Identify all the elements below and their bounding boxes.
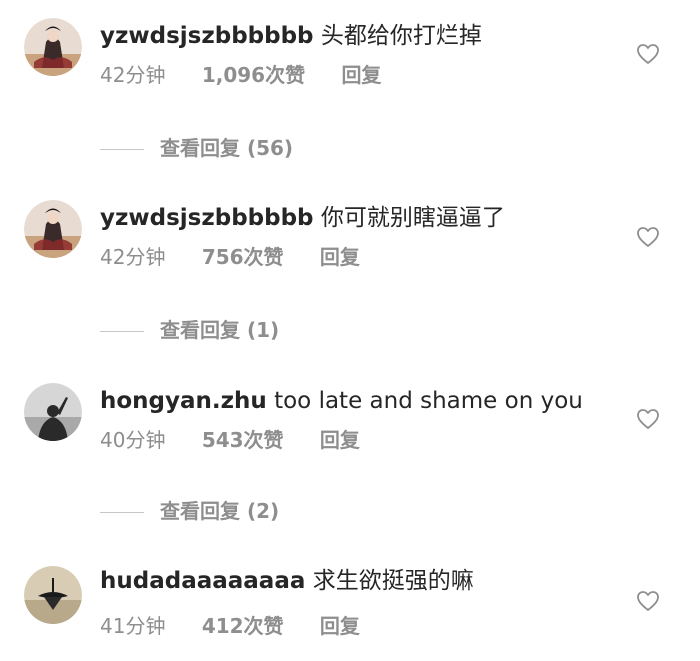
avatar-silhouette-icon: [24, 383, 82, 441]
comment-username[interactable]: yzwdsjszbbbbbb: [100, 23, 314, 49]
comment-username[interactable]: yzwdsjszbbbbbb: [100, 205, 314, 231]
view-replies-button[interactable]: 查看回复 (1): [100, 317, 279, 343]
divider: [100, 331, 144, 332]
view-replies-button[interactable]: 查看回复 (56): [100, 135, 293, 161]
comment-text: 求生欲挺强的嘛: [312, 568, 474, 594]
comment-time: 40分钟: [100, 428, 166, 452]
avatar[interactable]: [24, 566, 82, 624]
comment-likes[interactable]: 543次赞: [202, 427, 284, 453]
comment-text: too late and shame on you: [274, 388, 583, 414]
comment-likes[interactable]: 1,096次赞: [202, 62, 305, 88]
avatar-spinning-top-icon: [24, 566, 82, 624]
comment-username[interactable]: hongyan.zhu: [100, 388, 267, 414]
divider: [100, 512, 144, 513]
reply-button[interactable]: 回复: [320, 427, 360, 453]
comment-text: 你可就别瞎逼逼了: [320, 205, 505, 231]
comment-meta: 40分钟 543次赞 回复: [100, 427, 360, 453]
comment-meta: 42分钟 1,096次赞 回复: [100, 62, 381, 88]
comment-item: hudadaaaaaaaa 求生欲挺强的嘛 41分钟 412次赞 回复: [0, 566, 700, 661]
view-replies-label: 查看回复 (1): [160, 318, 280, 342]
comment-line: hudadaaaaaaaa 求生欲挺强的嘛: [100, 566, 474, 596]
avatar[interactable]: [24, 200, 82, 258]
avatar[interactable]: [24, 18, 82, 76]
heart-outline-icon[interactable]: [636, 43, 660, 65]
comment-text: 头都给你打烂掉: [320, 23, 482, 49]
comment-item: yzwdsjszbbbbbb 你可就别瞎逼逼了 42分钟 756次赞 回复 查看…: [0, 200, 700, 342]
view-replies-label: 查看回复 (2): [160, 499, 280, 523]
comment-meta: 41分钟 412次赞 回复: [100, 613, 360, 639]
reply-button[interactable]: 回复: [320, 244, 360, 270]
avatar[interactable]: [24, 383, 82, 441]
comment-time: 42分钟: [100, 245, 166, 269]
comment-line: hongyan.zhu too late and shame on you: [100, 386, 583, 416]
comment-item: hongyan.zhu too late and shame on you 40…: [0, 383, 700, 523]
avatar-costume-figure-icon: [24, 18, 82, 76]
heart-outline-icon[interactable]: [636, 590, 660, 612]
comment-time: 42分钟: [100, 63, 166, 87]
heart-outline-icon[interactable]: [636, 408, 660, 430]
comment-likes[interactable]: 412次赞: [202, 613, 284, 639]
divider: [100, 149, 144, 150]
comment-meta: 42分钟 756次赞 回复: [100, 244, 360, 270]
heart-outline-icon[interactable]: [636, 226, 660, 248]
comment-item: yzwdsjszbbbbbb 头都给你打烂掉 42分钟 1,096次赞 回复 查…: [0, 18, 700, 160]
reply-button[interactable]: 回复: [320, 613, 360, 639]
comment-time: 41分钟: [100, 614, 166, 638]
comment-username[interactable]: hudadaaaaaaaa: [100, 568, 305, 594]
view-replies-button[interactable]: 查看回复 (2): [100, 498, 279, 524]
reply-button[interactable]: 回复: [341, 62, 381, 88]
comment-line: yzwdsjszbbbbbb 你可就别瞎逼逼了: [100, 203, 505, 233]
comment-likes[interactable]: 756次赞: [202, 244, 284, 270]
view-replies-label: 查看回复 (56): [160, 136, 294, 160]
avatar-costume-figure-icon: [24, 200, 82, 258]
comment-line: yzwdsjszbbbbbb 头都给你打烂掉: [100, 21, 482, 51]
